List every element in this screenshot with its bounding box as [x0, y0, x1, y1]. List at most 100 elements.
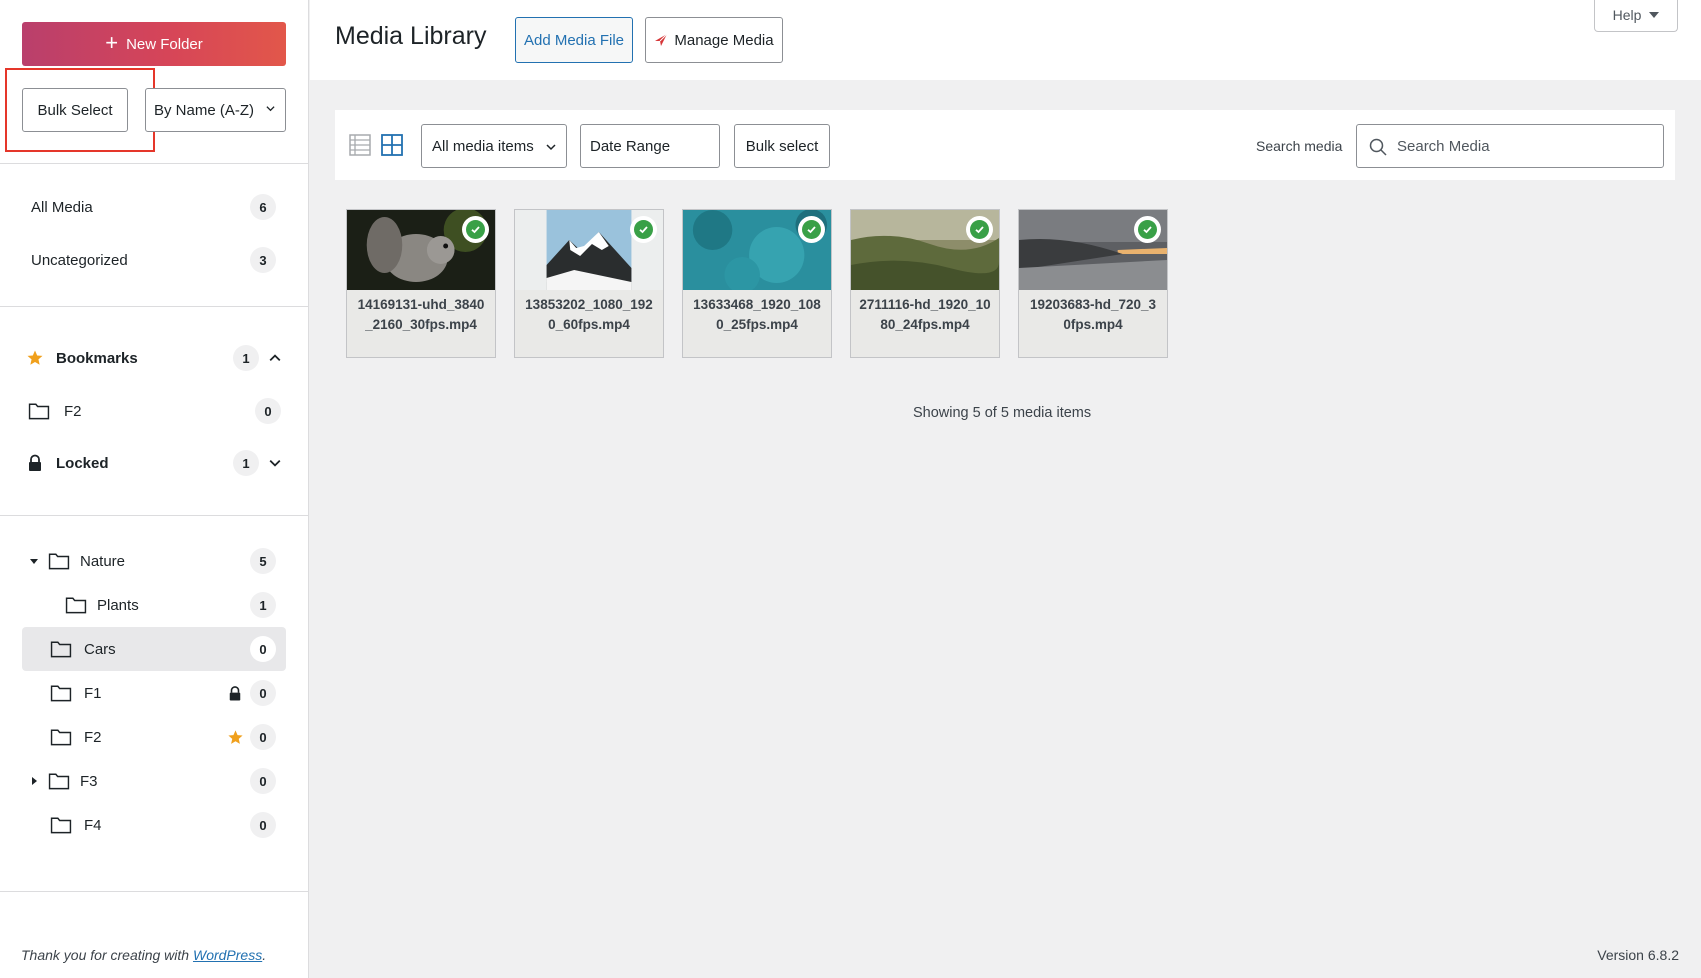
divider — [0, 891, 308, 892]
media-tile[interactable]: 2711116-hd_1920_1080_24fps.mp4 — [850, 209, 1000, 358]
sidebar-item-locked[interactable]: Locked 1 — [22, 441, 286, 485]
sidebar-item-f3[interactable]: F3 0 — [22, 759, 286, 803]
count-badge: 3 — [250, 247, 276, 273]
folder-sidebar: + New Folder Bulk Select By Name (A-Z) A… — [0, 0, 309, 978]
folder-icon — [50, 685, 72, 702]
footer-thanks-suffix: . — [262, 947, 267, 963]
plus-icon: + — [105, 30, 119, 55]
chevron-down-icon — [266, 106, 275, 112]
help-label: Help — [1612, 6, 1642, 23]
sidebar-item-label: F2 — [84, 728, 102, 746]
selected-check-icon[interactable] — [1134, 216, 1161, 243]
showing-count-text: Showing 5 of 5 media items — [913, 405, 1092, 421]
sidebar-item-all-media[interactable]: All Media 6 — [22, 185, 286, 229]
sidebar-item-nature[interactable]: Nature 5 — [22, 539, 286, 583]
footer-thanks: Thank you for creating with WordPress. — [21, 947, 266, 963]
selected-check-icon[interactable] — [966, 216, 993, 243]
caret-down-icon[interactable] — [30, 557, 38, 565]
caret-right-icon[interactable] — [30, 777, 38, 785]
media-grid: 14169131-uhd_3840_2160_30fps.mp4 1385320… — [346, 209, 1168, 358]
sort-value: By Name (A-Z) — [154, 101, 255, 119]
count-badge: 0 — [250, 724, 276, 750]
sidebar-item-label: Uncategorized — [31, 251, 128, 269]
media-filename: 13633468_1920_1080_25fps.mp4 — [683, 290, 831, 357]
sidebar-item-label: All Media — [31, 198, 93, 216]
media-filename: 13853202_1080_1920_60fps.mp4 — [515, 290, 663, 357]
search-label: Search media — [1256, 138, 1343, 154]
manage-media-button[interactable]: Manage Media — [645, 17, 783, 63]
sidebar-item-bookmark-f2[interactable]: F2 0 — [22, 389, 286, 433]
footer-thanks-prefix: Thank you for creating with — [21, 947, 193, 963]
sidebar-item-f1[interactable]: F1 0 — [22, 671, 286, 715]
star-icon — [228, 729, 243, 744]
selected-check-icon[interactable] — [798, 216, 825, 243]
count-badge: 0 — [250, 636, 276, 662]
folder-icon — [50, 641, 72, 658]
search-input[interactable]: Search Media — [1356, 124, 1664, 168]
new-folder-button[interactable]: + New Folder — [22, 22, 286, 66]
media-tile[interactable]: 13853202_1080_1920_60fps.mp4 — [514, 209, 664, 358]
bulk-select-toolbar-button[interactable]: Bulk select — [734, 124, 830, 168]
page-header: Media Library Add Media File Manage Medi… — [310, 0, 1701, 80]
wordpress-link[interactable]: WordPress — [193, 947, 262, 963]
count-badge: 1 — [233, 450, 259, 476]
media-filename: 14169131-uhd_3840_2160_30fps.mp4 — [347, 290, 495, 357]
help-button[interactable]: Help — [1594, 0, 1678, 32]
sidebar-item-label: F3 — [80, 772, 98, 790]
sidebar-item-label: Nature — [80, 552, 126, 570]
folder-icon — [50, 729, 72, 746]
sort-select[interactable]: By Name (A-Z) — [145, 88, 286, 132]
count-badge: 1 — [250, 592, 276, 618]
count-badge: 0 — [250, 768, 276, 794]
count-badge: 1 — [233, 345, 259, 371]
media-type-filter[interactable]: All media items — [421, 124, 567, 168]
sidebar-item-uncategorized[interactable]: Uncategorized 3 — [22, 238, 286, 282]
sidebar-item-bookmarks[interactable]: Bookmarks 1 — [22, 336, 286, 380]
media-tile[interactable]: 19203683-hd_720_30fps.mp4 — [1018, 209, 1168, 358]
media-tile[interactable]: 13633468_1920_1080_25fps.mp4 — [682, 209, 832, 358]
plugin-logo-icon — [655, 33, 668, 46]
list-view-icon[interactable] — [349, 134, 371, 156]
sidebar-item-label: F4 — [84, 816, 102, 834]
sidebar-item-label: F1 — [84, 684, 102, 702]
bulk-select-button[interactable]: Bulk Select — [22, 88, 128, 132]
selected-check-icon[interactable] — [462, 216, 489, 243]
chevron-down-icon — [546, 144, 556, 151]
count-badge: 6 — [250, 194, 276, 220]
star-icon — [27, 350, 43, 365]
add-media-file-button[interactable]: Add Media File — [515, 17, 633, 63]
date-range-filter[interactable]: Date Range — [580, 124, 720, 168]
folder-icon — [28, 403, 50, 420]
divider — [0, 163, 308, 164]
new-folder-label: New Folder — [126, 35, 203, 53]
grid-view-icon[interactable] — [381, 134, 403, 156]
sidebar-item-label: Cars — [84, 640, 116, 658]
selected-check-icon[interactable] — [630, 216, 657, 243]
sidebar-item-cars[interactable]: Cars 0 — [22, 627, 286, 671]
sidebar-item-f4[interactable]: F4 0 — [22, 803, 286, 847]
media-filename: 19203683-hd_720_30fps.mp4 — [1019, 290, 1167, 357]
sidebar-item-f2[interactable]: F2 0 — [22, 715, 286, 759]
sidebar-item-label: Locked — [56, 454, 109, 472]
count-badge: 5 — [250, 548, 276, 574]
filter-value: All media items — [432, 137, 534, 155]
sidebar-item-label: Plants — [97, 596, 139, 614]
sidebar-item-label: F2 — [64, 402, 82, 420]
media-filename: 2711116-hd_1920_1080_24fps.mp4 — [851, 290, 999, 357]
version-text: Version 6.8.2 — [1597, 947, 1679, 963]
search-placeholder: Search Media — [1397, 137, 1490, 155]
folder-icon — [65, 597, 87, 614]
manage-media-label: Manage Media — [674, 31, 774, 49]
chevron-up-icon[interactable] — [269, 352, 281, 364]
search-icon — [1369, 138, 1387, 156]
chevron-down-icon[interactable] — [269, 457, 281, 469]
lock-icon — [29, 454, 41, 471]
sidebar-item-label: Bookmarks — [56, 349, 138, 367]
divider — [0, 306, 308, 307]
media-toolbar: All media items Date Range Bulk select S… — [335, 110, 1675, 180]
media-tile[interactable]: 14169131-uhd_3840_2160_30fps.mp4 — [346, 209, 496, 358]
sidebar-item-plants[interactable]: Plants 1 — [22, 583, 286, 627]
count-badge: 0 — [255, 398, 281, 424]
lock-icon — [229, 685, 241, 700]
folder-icon — [50, 817, 72, 834]
